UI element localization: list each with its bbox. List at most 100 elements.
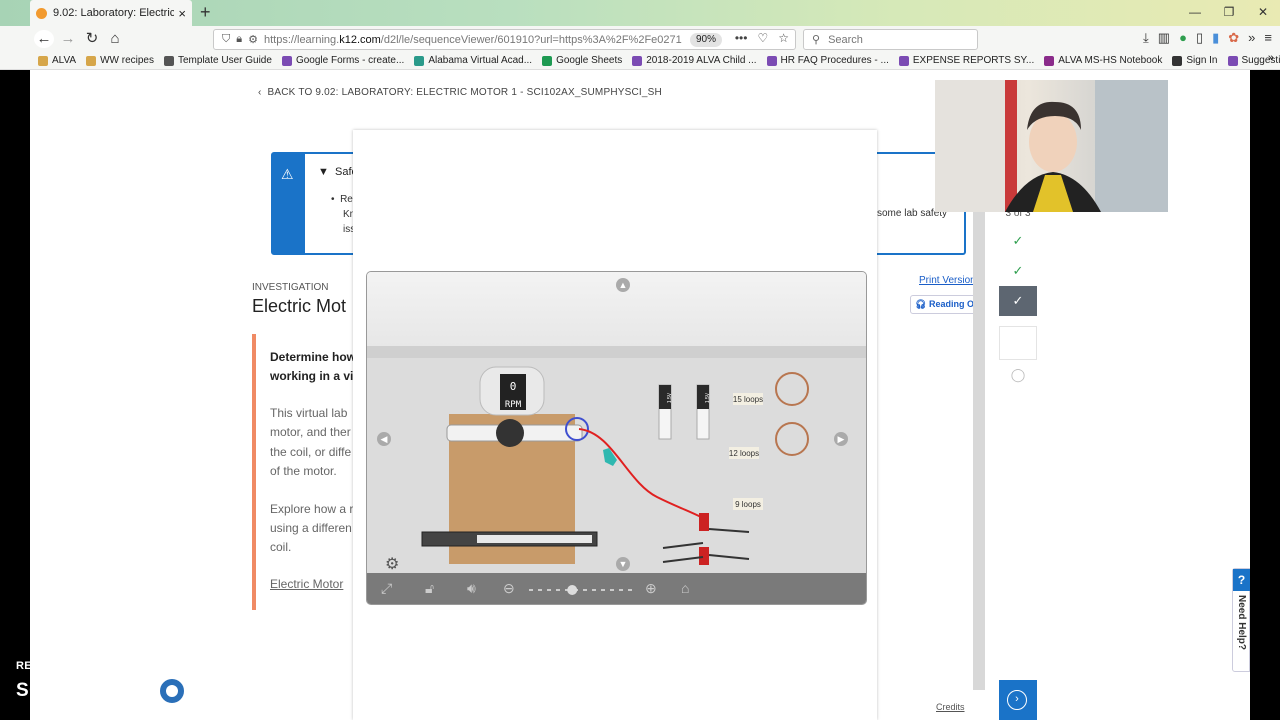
next-arrow-icon: › bbox=[1007, 690, 1027, 710]
bookmark-item[interactable]: Template User Guide bbox=[164, 55, 272, 66]
safety-toggle[interactable]: ▼ Safe bbox=[318, 166, 358, 178]
zoom-slider[interactable] bbox=[523, 580, 643, 600]
settings-gear-icon[interactable]: ⚙ bbox=[385, 554, 399, 574]
library-icon[interactable]: ▥ bbox=[1158, 30, 1170, 46]
coil-15-loops[interactable] bbox=[775, 372, 809, 406]
bookmark-icon bbox=[38, 55, 48, 66]
zoom-in-icon[interactable]: ⊕ bbox=[645, 580, 657, 597]
reload-icon[interactable]: ↻ bbox=[82, 30, 102, 48]
progress-pending-icon[interactable]: ◯ bbox=[999, 360, 1037, 390]
motor-rotor bbox=[496, 419, 524, 447]
zoom-slider-knob[interactable] bbox=[567, 585, 578, 595]
card-line: Explore how a r bbox=[270, 502, 354, 516]
scrollbar[interactable] bbox=[973, 210, 985, 690]
search-input[interactable]: ⚲ Search bbox=[803, 29, 978, 50]
bookmark-item[interactable]: ALVA MS-HS Notebook bbox=[1044, 55, 1162, 66]
bookmark-item[interactable]: 2018-2019 ALVA Child ... bbox=[632, 55, 757, 66]
url-bar[interactable]: ⛉ 🔒︎ ⚙ https://learning. k12.com/d2l/le/s… bbox=[213, 29, 796, 50]
back-link-text: BACK TO 9.02: LABORATORY: ELECTRIC MOTOR… bbox=[267, 87, 662, 98]
webcam-background bbox=[1095, 80, 1168, 212]
card-line: using a differen bbox=[270, 521, 352, 535]
bookmark-icon bbox=[1172, 55, 1183, 66]
bookmark-item[interactable]: EXPENSE REPORTS SY... bbox=[898, 55, 1035, 66]
bookmark-label: HR FAQ Procedures - ... bbox=[780, 55, 889, 66]
bookmark-icon bbox=[898, 55, 909, 66]
page-actions-icon[interactable]: ••• bbox=[735, 31, 748, 45]
back-icon[interactable]: ← bbox=[34, 30, 54, 48]
extension-check-icon[interactable]: ● bbox=[1179, 30, 1187, 46]
fullscreen-icon[interactable]: ⤢ bbox=[381, 580, 392, 597]
progress-check-icon[interactable]: ✓ bbox=[999, 226, 1037, 256]
progress-check-icon[interactable]: ✓ bbox=[999, 256, 1037, 286]
unlock-icon[interactable]: 🔓︎ bbox=[425, 580, 434, 597]
motor-simulation[interactable]: ▲ ▼ ◀ ▶ 0 RPM 1.5V 1.5V 15 loops 12 loop… bbox=[366, 271, 867, 605]
bookmark-item[interactable]: Google Forms - create... bbox=[281, 55, 404, 66]
sidebar-icon[interactable]: ▯ bbox=[1196, 30, 1203, 46]
bookmark-item[interactable]: WW recipes bbox=[86, 55, 154, 66]
investigation-label: INVESTIGATION bbox=[252, 282, 329, 293]
bookmark-item[interactable]: Sign In bbox=[1172, 55, 1218, 66]
reading-options-button[interactable]: 🎧︎ Reading Op bbox=[910, 295, 976, 314]
sim-control-bar: ⤢ 🔓︎ 🔊︎ ⊖ ⊕ ⌂ bbox=[367, 573, 866, 604]
instructions-card: Determine how working in a vi This virtu… bbox=[252, 334, 362, 610]
help-icon: ? bbox=[1233, 569, 1250, 591]
bookmark-label: Alabama Virtual Acad... bbox=[428, 55, 533, 66]
alligator-clip[interactable] bbox=[699, 513, 709, 531]
minimize-icon[interactable]: — bbox=[1178, 0, 1212, 26]
watermark-logo: SCREENCAST MATIC bbox=[16, 676, 253, 706]
bookmark-icon bbox=[86, 55, 97, 66]
forward-icon[interactable]: → bbox=[58, 30, 78, 48]
progress-current-icon[interactable]: ✓ bbox=[999, 286, 1037, 316]
battery-1-label: 1.5V bbox=[667, 392, 673, 403]
card-bold-2: working in a vi bbox=[270, 369, 354, 383]
bookmark-item[interactable]: Alabama Virtual Acad... bbox=[414, 55, 532, 66]
bookmark-item[interactable]: ALVA bbox=[38, 55, 76, 66]
alligator-clip[interactable] bbox=[699, 547, 709, 565]
credits-link[interactable]: Credits bbox=[936, 702, 965, 712]
bookmark-label: ALVA MS-HS Notebook bbox=[1058, 55, 1163, 66]
home-view-icon[interactable]: ⌂ bbox=[681, 580, 689, 596]
new-tab-icon[interactable]: + bbox=[200, 2, 211, 23]
zoom-out-icon[interactable]: ⊖ bbox=[503, 580, 515, 597]
extension-color-icon[interactable]: ✿ bbox=[1228, 30, 1239, 46]
browser-tab[interactable]: 9.02: Laboratory: Electric Moto × bbox=[30, 0, 192, 26]
bookmark-icon bbox=[164, 55, 174, 66]
back-link[interactable]: ‹ BACK TO 9.02: LABORATORY: ELECTRIC MOT… bbox=[258, 87, 662, 98]
home-icon[interactable]: ⌂ bbox=[105, 30, 125, 48]
zoom-level[interactable]: 90% bbox=[690, 33, 723, 47]
bookmark-label: Template User Guide bbox=[178, 55, 272, 66]
watermark-line1: RECORDED WITH bbox=[16, 660, 115, 672]
bookmark-item[interactable]: HR FAQ Procedures - ... bbox=[766, 55, 889, 66]
extension-icon[interactable]: ▮ bbox=[1212, 30, 1219, 46]
bookmark-label: EXPENSE REPORTS SY... bbox=[912, 55, 1035, 66]
next-button[interactable]: › bbox=[999, 680, 1037, 720]
sound-icon[interactable]: 🔊︎ bbox=[467, 580, 476, 597]
print-version-link[interactable]: Print Version bbox=[919, 275, 976, 286]
close-window-icon[interactable]: ✕ bbox=[1246, 0, 1280, 26]
card-line: coil. bbox=[270, 540, 292, 554]
lock-icon[interactable]: 🔒︎ bbox=[236, 33, 242, 46]
shield-icon[interactable]: ⛉ bbox=[222, 33, 230, 46]
url-path: /d2l/le/sequenceViewer/601910?url=https%… bbox=[380, 33, 682, 46]
rpm-unit: RPM bbox=[505, 400, 522, 410]
battery-2-label: 1.5V bbox=[705, 392, 711, 403]
permissions-icon[interactable]: ⚙ bbox=[248, 33, 258, 46]
download-icon[interactable]: ⤓ bbox=[1143, 30, 1149, 46]
webcam-overlay bbox=[935, 80, 1168, 212]
bookmarks-overflow-icon[interactable]: » bbox=[1268, 52, 1274, 64]
search-icon: ⚲ bbox=[812, 34, 821, 46]
pocket-icon[interactable]: ♡ bbox=[757, 31, 768, 45]
rpm-value: 0 bbox=[510, 380, 517, 393]
close-tab-icon[interactable]: × bbox=[178, 6, 186, 21]
coil-12-loops[interactable] bbox=[775, 422, 809, 456]
page-title: Electric Mot bbox=[252, 296, 347, 316]
red-wire[interactable] bbox=[578, 428, 704, 519]
bookmark-star-icon[interactable]: ☆ bbox=[778, 31, 789, 45]
menu-icon[interactable]: ≡ bbox=[1264, 30, 1272, 46]
bookmark-icon bbox=[1044, 55, 1055, 66]
bookmark-item[interactable]: Google Sheets bbox=[542, 55, 622, 66]
restore-icon[interactable]: ❐ bbox=[1212, 0, 1246, 26]
overflow-icon[interactable]: » bbox=[1248, 30, 1255, 46]
need-help-tab[interactable]: ? Need Help? bbox=[1232, 568, 1250, 672]
electric-motor-link[interactable]: Electric Motor bbox=[270, 575, 343, 595]
